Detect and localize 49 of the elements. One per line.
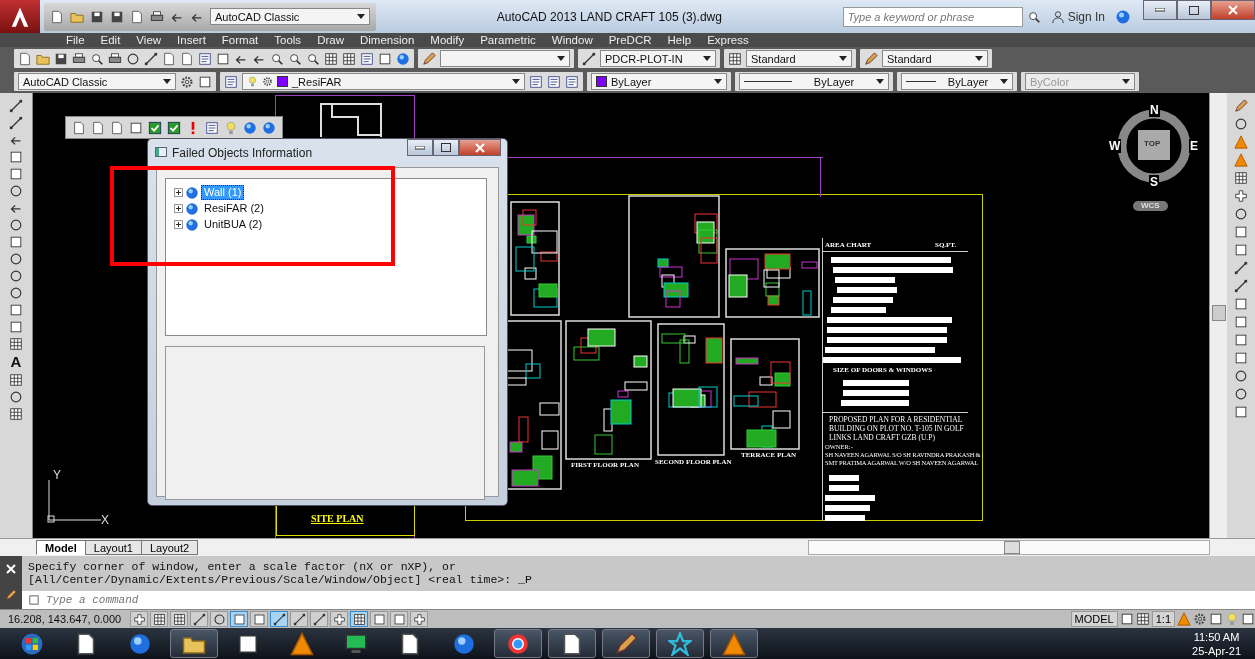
dialog-title: Failed Objects Information [172, 146, 313, 160]
layout-tab[interactable]: Model [36, 540, 86, 555]
compass-label: W [1108, 139, 1122, 153]
menu-item[interactable]: Tools [266, 34, 310, 46]
dimension-style-dropdown[interactable]: PDCR-PLOT-IN [600, 50, 716, 67]
sign-in-button[interactable]: Sign In [1044, 9, 1111, 24]
text-tool[interactable]: A [10, 354, 22, 370]
menu-item[interactable]: File [58, 34, 93, 46]
command-input[interactable]: Type a command [22, 591, 1255, 609]
command-history-line: [All/Center/Dynamic/Extents/Previous/Scale/Window/Object] <real time>: _P [28, 573, 533, 586]
menu-item[interactable]: Help [659, 34, 700, 46]
layer-dropdown[interactable]: _ResiFAR [242, 73, 525, 90]
workspace-dropdown[interactable]: AutoCAD Classic [18, 73, 176, 90]
layout-tab[interactable]: Layout1 [84, 540, 142, 555]
tree-item[interactable]: ResiFAR (2) [201, 201, 267, 216]
search-field[interactable]: Type a keyword or phrase [842, 6, 1023, 27]
clock-time: 11:50 AM [1193, 629, 1240, 644]
linetype-dropdown[interactable]: ByLayer [739, 73, 889, 90]
menu-item[interactable]: Modify [422, 34, 473, 46]
menu-item[interactable]: Dimension [351, 34, 423, 46]
menu-item[interactable]: Parametric [472, 34, 544, 46]
menu-item[interactable]: Format [213, 34, 267, 46]
coordinates-readout: 16.208, 143.647, 0.000 [8, 613, 123, 625]
window-title: AutoCAD 2013 LAND CRAFT 105 (3).dwg [495, 9, 723, 24]
workspace-dropdown[interactable]: AutoCAD Classic [210, 8, 370, 25]
color-dropdown[interactable]: ByLayer [591, 73, 727, 90]
multileader-style-dropdown[interactable]: Standard [882, 50, 988, 67]
menu-item[interactable]: Window [543, 34, 601, 46]
drawing-title: SITE PLAN [311, 514, 364, 524]
menu-item[interactable]: View [128, 34, 170, 46]
model-space-button[interactable]: MODEL [1070, 611, 1118, 627]
tree-item[interactable]: UnitBUA (2) [201, 217, 266, 232]
axis-label: X [101, 514, 109, 526]
menu-item[interactable]: Edit [92, 34, 129, 46]
lineweight-dropdown[interactable]: ByLayer [901, 73, 1013, 90]
menu-item[interactable]: Insert [169, 34, 214, 46]
clock-date: 25-Apr-21 [1192, 643, 1241, 658]
menu-item[interactable]: Draw [309, 34, 352, 46]
table-style-dropdown[interactable]: Standard [746, 50, 852, 67]
axis-label: Y [53, 469, 61, 481]
annotation-scale-button[interactable]: 1:1 [1151, 611, 1175, 627]
compass-label: E [1189, 139, 1199, 153]
command-history-line: Specify corner of window, enter a scale factor (nX or nXP), or [28, 560, 457, 573]
compass-label: S [1149, 175, 1159, 189]
layout-tab[interactable]: Layout2 [140, 540, 199, 555]
compass-label: N [1149, 103, 1160, 117]
menu-item[interactable]: PreDCR [600, 34, 660, 46]
menu-item[interactable]: Express [699, 34, 757, 46]
viewcube-face[interactable]: TOP [1144, 140, 1161, 148]
